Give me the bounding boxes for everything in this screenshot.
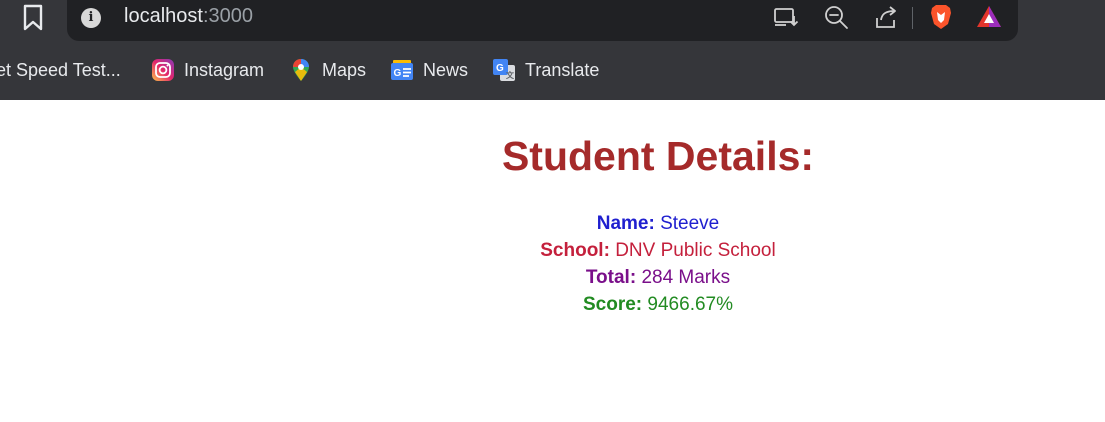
toolbar-divider bbox=[912, 7, 913, 29]
site-info-icon[interactable]: i bbox=[81, 8, 101, 28]
maps-icon bbox=[293, 59, 309, 81]
total-row: Total: 284 Marks bbox=[0, 264, 1105, 291]
bookmark-speed-test[interactable]: et Speed Test... bbox=[0, 56, 121, 84]
share-icon[interactable] bbox=[872, 3, 900, 31]
bookmark-label: News bbox=[423, 59, 469, 80]
student-details: Name: Steeve School: DNV Public School T… bbox=[0, 210, 1105, 318]
bookmark-label: Maps bbox=[322, 59, 367, 80]
total-label: Total: bbox=[585, 267, 637, 288]
zoom-out-icon[interactable] bbox=[822, 3, 850, 31]
bookmark-translate[interactable]: G 文 Translate bbox=[492, 56, 599, 84]
svg-text:文: 文 bbox=[506, 70, 515, 80]
score-row: Score: 9466.67% bbox=[0, 291, 1105, 318]
school-value: DNV Public School bbox=[615, 240, 776, 261]
url-port: :3000 bbox=[202, 5, 253, 27]
brave-rewards-icon[interactable] bbox=[975, 3, 1003, 31]
bookmark-label: et Speed Test... bbox=[0, 59, 121, 80]
address-bar[interactable]: i localhost:3000 bbox=[67, 0, 1018, 41]
translate-icon: G 文 bbox=[493, 59, 515, 81]
svg-text:G: G bbox=[394, 68, 402, 79]
bookmark-icon[interactable] bbox=[20, 4, 46, 32]
bookmark-label: Instagram bbox=[184, 59, 265, 80]
school-label: School: bbox=[540, 240, 610, 261]
svg-text:G: G bbox=[496, 63, 504, 74]
name-label: Name: bbox=[596, 213, 655, 234]
bookmark-news[interactable]: G News bbox=[390, 56, 468, 84]
score-label: Score: bbox=[583, 294, 643, 315]
news-icon: G bbox=[391, 60, 413, 80]
bookmark-label: Translate bbox=[525, 59, 600, 80]
instagram-icon bbox=[152, 59, 174, 81]
address-bar-actions bbox=[772, 3, 1002, 33]
name-row: Name: Steeve bbox=[0, 210, 1105, 237]
page-content: Student Details: Name: Steeve School: DN… bbox=[0, 100, 1105, 422]
score-value: 9466.67% bbox=[647, 294, 733, 315]
name-value: Steeve bbox=[660, 213, 720, 234]
browser-toolbar: i localhost:3000 et Speed Test... Instag… bbox=[0, 0, 1105, 100]
bookmark-instagram[interactable]: Instagram bbox=[151, 56, 264, 84]
url-text[interactable]: localhost:3000 bbox=[124, 5, 253, 28]
bookmarks-bar: et Speed Test... Instagram Maps G News G… bbox=[0, 56, 1105, 86]
url-host: localhost bbox=[124, 5, 203, 27]
total-value: 284 Marks bbox=[641, 267, 731, 288]
install-app-icon[interactable] bbox=[772, 3, 800, 31]
page-title: Student Details: bbox=[501, 133, 815, 179]
brave-shields-icon[interactable] bbox=[927, 3, 955, 31]
bookmark-maps[interactable]: Maps bbox=[289, 56, 366, 84]
school-row: School: DNV Public School bbox=[0, 237, 1105, 264]
